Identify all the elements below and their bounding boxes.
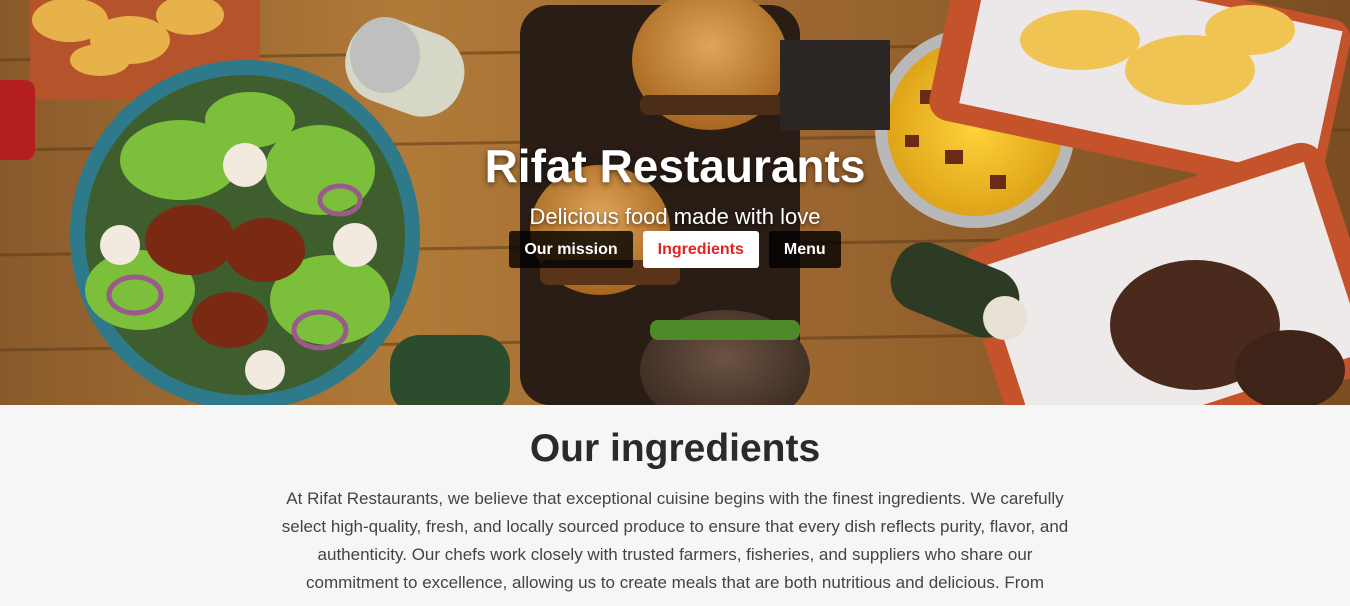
ingredients-section: Our ingredients At Rifat Restaurants, we… — [0, 405, 1350, 606]
site-title: Rifat Restaurants — [484, 140, 866, 192]
hero-content: Rifat Restaurants Delicious food made wi… — [0, 0, 1350, 405]
ingredients-heading: Our ingredients — [529, 427, 821, 470]
hero-banner: Rifat Restaurants Delicious food made wi… — [0, 0, 1350, 405]
nav-menu-button[interactable]: Menu — [768, 231, 841, 268]
nav-our-mission-button[interactable]: Our mission — [509, 231, 633, 268]
ingredients-description: At Rifat Restaurants, we believe that ex… — [281, 489, 1069, 592]
main-navigation: Our mission Ingredients Menu — [0, 231, 1350, 268]
site-tagline: Delicious food made with love — [529, 204, 821, 229]
nav-ingredients-button[interactable]: Ingredients — [642, 231, 759, 268]
